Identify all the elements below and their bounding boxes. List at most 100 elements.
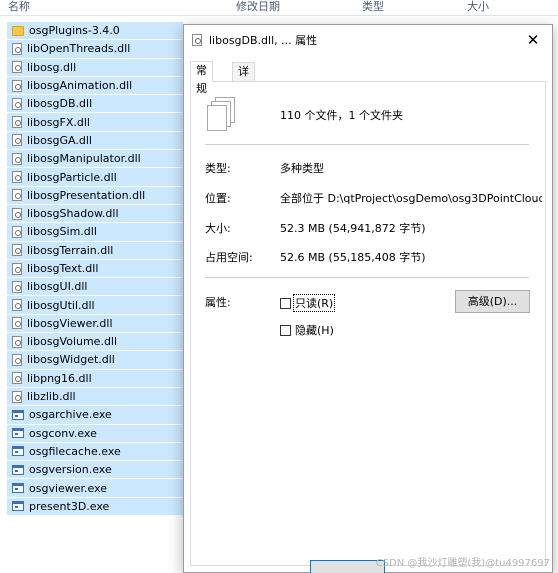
exe-file-icon [12, 501, 24, 512]
file-name: libosg.dll [27, 60, 77, 74]
dialog-titlebar[interactable]: libosgDB.dll, ... 属性 ✕ [184, 25, 552, 55]
column-header-size[interactable]: 大小 [467, 0, 489, 14]
dll-file-icon [12, 317, 22, 330]
dll-file-icon [12, 116, 22, 129]
size-value: 52.3 MB (54,941,872 字节) [280, 222, 426, 235]
file-name: libosgText.dll [27, 262, 99, 275]
file-name: osgviewer.exe [29, 481, 108, 495]
divider [205, 277, 529, 278]
dll-file-icon [12, 335, 22, 348]
file-list-item[interactable]: libpng16.dll [7, 369, 183, 388]
file-list-item[interactable]: libosgAnimation.dll [7, 76, 183, 96]
divider [205, 144, 529, 145]
type-value: 多种类型 [280, 162, 324, 175]
file-list-item[interactable]: libosgParticle.dll [7, 168, 183, 187]
file-name: osgPlugins-3.4.0 [29, 24, 120, 38]
disk-size-value: 52.6 MB (55,185,408 字节) [280, 251, 426, 264]
file-name: libpng16.dll [27, 371, 92, 385]
exe-file-icon [12, 428, 24, 439]
file-list-item[interactable]: libosgTerrain.dll [7, 241, 183, 260]
checkbox-box[interactable] [280, 297, 291, 309]
file-name: osgconv.exe [29, 426, 97, 440]
dll-file-icon [12, 42, 22, 55]
watermark: CSDN @我沙灯雕塑(我)@tu4997697 [375, 558, 550, 569]
advanced-button[interactable]: 高级(D)... [455, 290, 530, 313]
file-list-item[interactable]: libosgManipulator.dll [7, 150, 183, 169]
hidden-label: 隐藏(H) [295, 324, 334, 337]
dll-file-icon [12, 262, 22, 275]
file-list-item[interactable]: libosgVolume.dll [7, 333, 183, 352]
file-list-item[interactable]: libosgWidget.dll [7, 351, 183, 370]
file-name: libosgPresentation.dll [27, 188, 146, 202]
dll-file-icon [12, 189, 22, 202]
dll-file-icon [12, 280, 22, 293]
hidden-checkbox[interactable]: 隐藏(H) [280, 322, 335, 338]
file-name: libosgAnimation.dll [27, 79, 133, 93]
file-list-item[interactable]: osgPlugins-3.4.0 [7, 22, 183, 41]
readonly-checkbox[interactable]: 只读(R) [280, 294, 336, 312]
disk-size-label: 占用空间: [205, 251, 253, 264]
file-name: osgarchive.exe [29, 408, 112, 422]
file-name: present3D.exe [29, 499, 110, 513]
dll-file-icon [12, 225, 22, 238]
file-list-item[interactable]: libOpenThreads.dll [7, 40, 183, 59]
file-list-item[interactable]: libosgShadow.dll [7, 204, 183, 224]
multiple-files-icon [207, 97, 235, 131]
dll-file-icon [12, 244, 22, 257]
file-name: libosgShadow.dll [27, 207, 119, 221]
location-label: 位置: [205, 192, 231, 205]
column-header-name[interactable]: 名称 [8, 0, 30, 14]
dll-file-icon [12, 353, 22, 366]
file-list-item[interactable]: libosgSim.dll [7, 223, 183, 242]
size-label: 大小: [205, 222, 231, 235]
file-list-item[interactable]: libosg.dll [7, 58, 183, 77]
readonly-label: 只读(R) [292, 294, 336, 312]
file-list-item[interactable]: osgviewer.exe [7, 479, 183, 498]
file-list-item[interactable]: libosgGA.dll [7, 131, 183, 151]
column-header-date[interactable]: 修改日期 [236, 0, 280, 14]
file-name: libosgUtil.dll [27, 298, 95, 312]
file-name: libosgUI.dll [27, 280, 88, 294]
dll-file-icon [192, 34, 202, 46]
dll-file-icon [12, 171, 22, 184]
file-list-item[interactable]: osgfilecache.exe [7, 442, 183, 462]
file-name: libosgVolume.dll [27, 335, 118, 349]
checkbox-box[interactable] [280, 324, 291, 336]
tab-general[interactable]: 常规 [190, 61, 213, 95]
file-name: osgversion.exe [29, 463, 112, 477]
file-name: libosgViewer.dll [27, 316, 113, 330]
tab-details[interactable]: 详细信息 [232, 62, 255, 132]
file-list-item[interactable]: libosgUI.dll [7, 278, 183, 297]
dll-file-icon [12, 372, 22, 385]
file-list-item[interactable]: libzlib.dll [7, 387, 183, 407]
dll-file-icon [12, 299, 22, 312]
file-list-item[interactable]: osgversion.exe [7, 461, 183, 480]
file-name: libosgDB.dll [27, 97, 93, 111]
file-list-item[interactable]: libosgDB.dll [7, 95, 183, 114]
file-name: libosgFX.dll [27, 115, 90, 129]
general-panel: 110 个文件，1 个文件夹 类型: 多种类型 位置: 全部位于 D:\qtPr… [190, 81, 546, 573]
file-list-item[interactable]: present3D.exe [7, 497, 183, 517]
ok-button[interactable] [310, 560, 385, 573]
exe-file-icon [12, 409, 24, 420]
file-name: libosgSim.dll [27, 225, 97, 239]
file-name: libosgTerrain.dll [27, 243, 114, 257]
file-name: libzlib.dll [27, 390, 76, 404]
file-list-item[interactable]: osgarchive.exe [7, 406, 183, 425]
file-name: osgfilecache.exe [29, 444, 121, 458]
file-list-item[interactable]: libosgText.dll [7, 259, 183, 279]
dll-file-icon [12, 79, 22, 92]
column-header-type[interactable]: 类型 [362, 0, 384, 14]
file-name: libosgManipulator.dll [27, 152, 141, 166]
file-list-item[interactable]: osgconv.exe [7, 424, 183, 443]
file-name: libOpenThreads.dll [27, 42, 131, 56]
file-list-item[interactable]: libosgPresentation.dll [7, 186, 183, 205]
dialog-title: libosgDB.dll, ... 属性 [209, 34, 318, 47]
dll-file-icon [12, 207, 22, 220]
file-list-item[interactable]: libosgUtil.dll [7, 296, 183, 315]
close-icon[interactable]: ✕ [522, 29, 544, 51]
dll-file-icon [12, 61, 22, 74]
file-list-item[interactable]: libosgViewer.dll [7, 314, 183, 334]
dll-file-icon [12, 390, 22, 403]
file-list-item[interactable]: libosgFX.dll [7, 113, 183, 132]
